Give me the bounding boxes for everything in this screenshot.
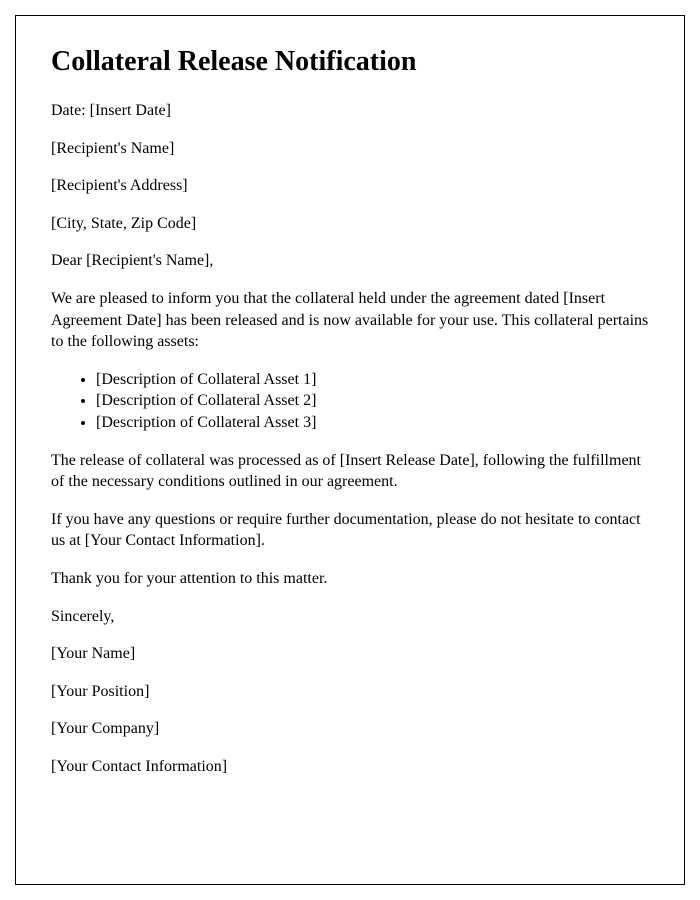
sender-company: [Your Company] bbox=[51, 718, 649, 740]
recipient-city-state-zip: [City, State, Zip Code] bbox=[51, 213, 649, 235]
date-line: Date: [Insert Date] bbox=[51, 100, 649, 122]
asset-list: [Description of Collateral Asset 1] [Des… bbox=[96, 369, 649, 434]
list-item: [Description of Collateral Asset 3] bbox=[96, 412, 649, 434]
document-title: Collateral Release Notification bbox=[51, 46, 649, 78]
list-item: [Description of Collateral Asset 2] bbox=[96, 390, 649, 412]
body-paragraph-4: Thank you for your attention to this mat… bbox=[51, 568, 649, 590]
body-paragraph-2: The release of collateral was processed … bbox=[51, 450, 649, 493]
body-paragraph-1: We are pleased to inform you that the co… bbox=[51, 288, 649, 353]
sender-name: [Your Name] bbox=[51, 643, 649, 665]
recipient-name: [Recipient's Name] bbox=[51, 138, 649, 160]
sender-contact: [Your Contact Information] bbox=[51, 756, 649, 778]
body-paragraph-3: If you have any questions or require fur… bbox=[51, 509, 649, 552]
closing: Sincerely, bbox=[51, 606, 649, 628]
sender-position: [Your Position] bbox=[51, 681, 649, 703]
salutation: Dear [Recipient's Name], bbox=[51, 250, 649, 272]
list-item: [Description of Collateral Asset 1] bbox=[96, 369, 649, 391]
document-frame: Collateral Release Notification Date: [I… bbox=[15, 15, 685, 885]
recipient-address: [Recipient's Address] bbox=[51, 175, 649, 197]
